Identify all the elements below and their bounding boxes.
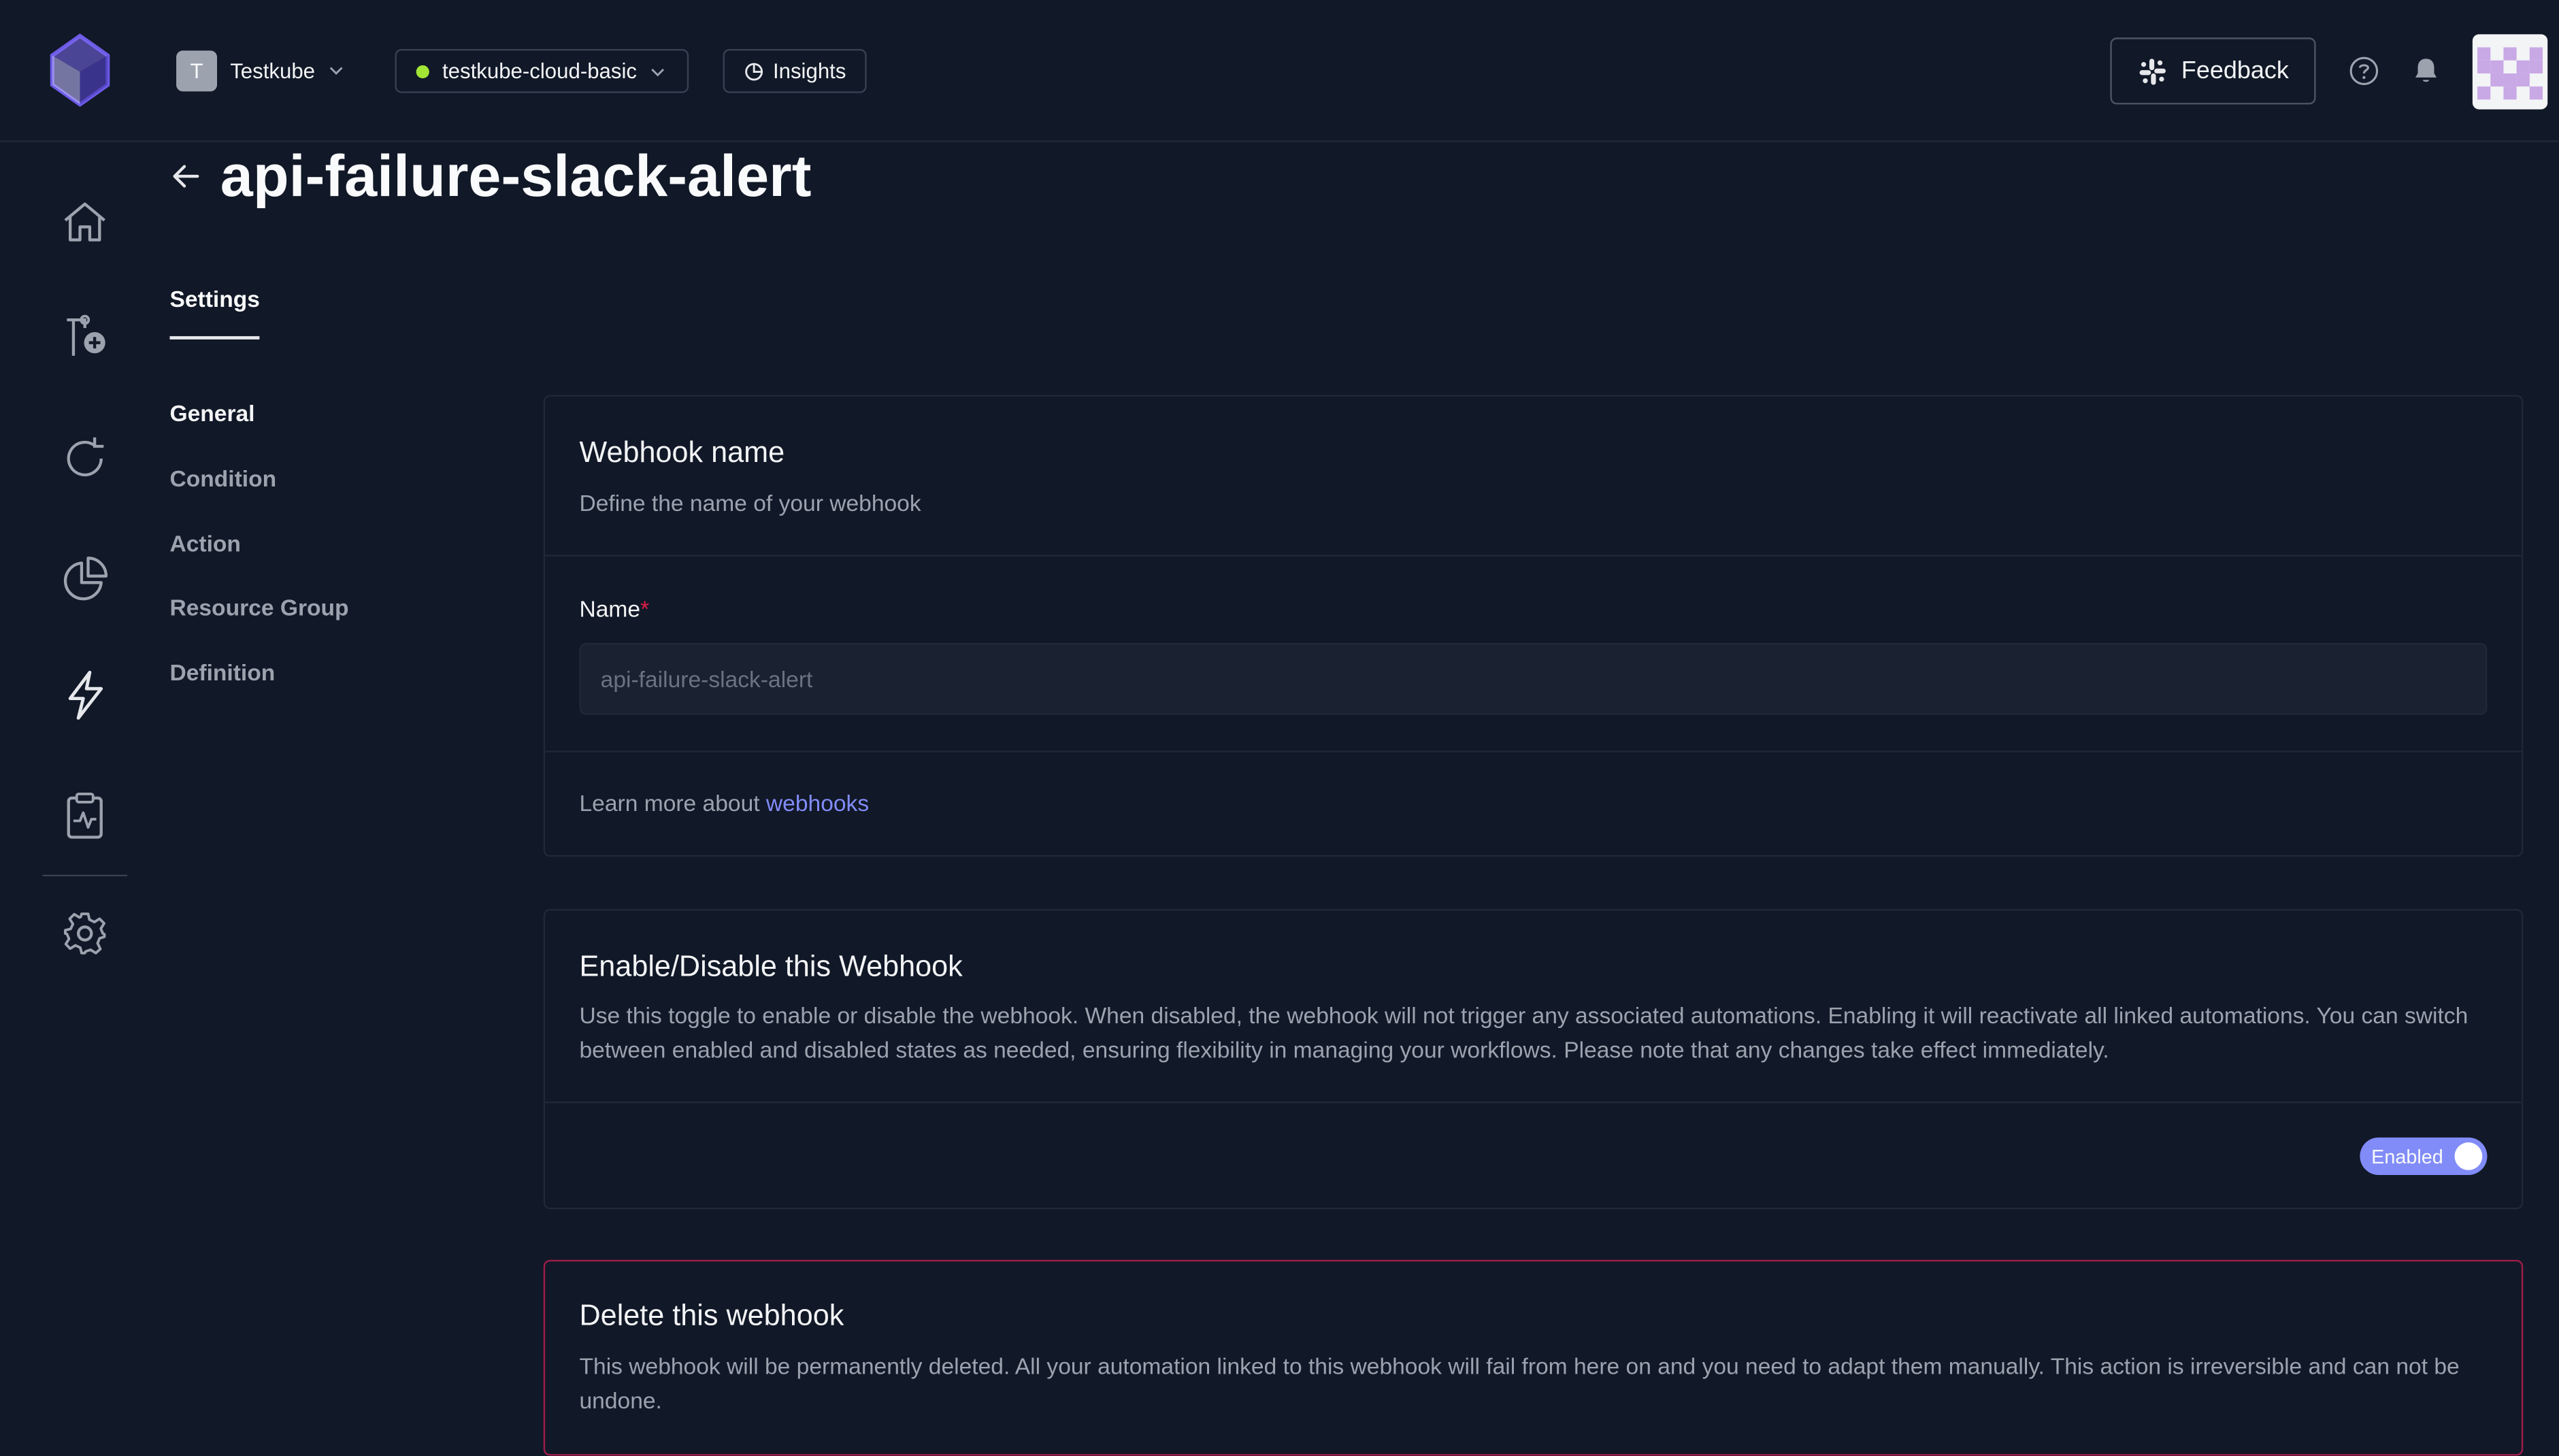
insights-button[interactable]: Insights <box>723 48 867 93</box>
lightning-icon[interactable] <box>59 669 111 721</box>
home-icon[interactable] <box>59 196 111 248</box>
card-description: Define the name of your webhook <box>579 489 921 516</box>
environment-name: testkube-cloud-basic <box>442 59 638 84</box>
name-field-label: Name* <box>580 595 650 621</box>
pie-chart-icon <box>744 62 763 80</box>
workflow-add-icon[interactable] <box>59 314 111 366</box>
gear-icon[interactable] <box>59 908 111 960</box>
required-marker: * <box>640 595 650 622</box>
card-divider <box>545 1102 2522 1104</box>
environment-selector[interactable]: testkube-cloud-basic <box>395 48 689 93</box>
subnav-item-resource-group[interactable]: Resource Group <box>169 594 348 620</box>
org-name: Testkube <box>230 58 316 83</box>
refresh-icon[interactable] <box>59 433 111 485</box>
card-title: Webhook name <box>579 435 785 469</box>
enable-disable-card: Enable/Disable this Webhook Use this tog… <box>543 909 2524 1210</box>
card-description: This webhook will be permanently deleted… <box>579 1353 2460 1414</box>
webhook-name-input[interactable] <box>579 643 2488 715</box>
environment-status-dot <box>416 64 429 78</box>
enabled-toggle[interactable]: Enabled <box>2360 1137 2488 1175</box>
subnav-item-definition[interactable]: Definition <box>169 659 275 685</box>
slack-icon <box>2139 58 2165 84</box>
name-label-text: Name <box>579 595 641 622</box>
card-divider <box>545 555 2522 557</box>
testkube-logo-icon[interactable] <box>46 33 114 107</box>
tab-active-indicator <box>169 336 260 340</box>
feedback-button[interactable]: Feedback <box>2110 37 2316 105</box>
toggle-label: Enabled <box>2371 1144 2443 1168</box>
webhooks-docs-link[interactable]: webhooks <box>766 790 869 816</box>
user-avatar[interactable] <box>2472 34 2548 110</box>
pie-chart-icon[interactable] <box>59 553 111 606</box>
toggle-knob <box>2454 1142 2483 1170</box>
organization-selector[interactable]: T Testkube <box>176 49 344 91</box>
card-divider <box>545 750 2522 752</box>
back-arrow-icon[interactable] <box>169 160 202 193</box>
help-icon[interactable] <box>2349 56 2380 87</box>
card-title: Delete this webhook <box>579 1299 844 1332</box>
tab-settings[interactable]: Settings <box>169 286 259 312</box>
feedback-label: Feedback <box>2181 56 2289 85</box>
sidebar-divider <box>42 874 128 877</box>
subnav-item-general[interactable]: General <box>169 400 254 426</box>
chevron-down-icon <box>329 67 343 75</box>
identicon-icon <box>2477 47 2543 100</box>
card-description: Use this toggle to enable or disable the… <box>579 1002 2469 1063</box>
subnav-item-action[interactable]: Action <box>169 531 240 557</box>
learn-more-prefix: Learn more about <box>579 789 766 816</box>
delete-webhook-card: Delete this webhook This webhook will be… <box>543 1259 2524 1456</box>
insights-label: Insights <box>772 59 846 84</box>
org-avatar: T <box>176 50 218 91</box>
page-title: api-failure-slack-alert <box>220 142 812 210</box>
subnav-item-condition[interactable]: Condition <box>169 465 276 491</box>
card-title: Enable/Disable this Webhook <box>579 949 963 982</box>
webhook-name-card: Webhook name Define the name of your web… <box>543 395 2524 857</box>
clipboard-pulse-icon[interactable] <box>59 790 111 842</box>
chevron-down-icon <box>651 67 665 76</box>
learn-more-text: Learn more about webhooks <box>580 790 870 816</box>
bell-icon[interactable] <box>2412 56 2440 87</box>
